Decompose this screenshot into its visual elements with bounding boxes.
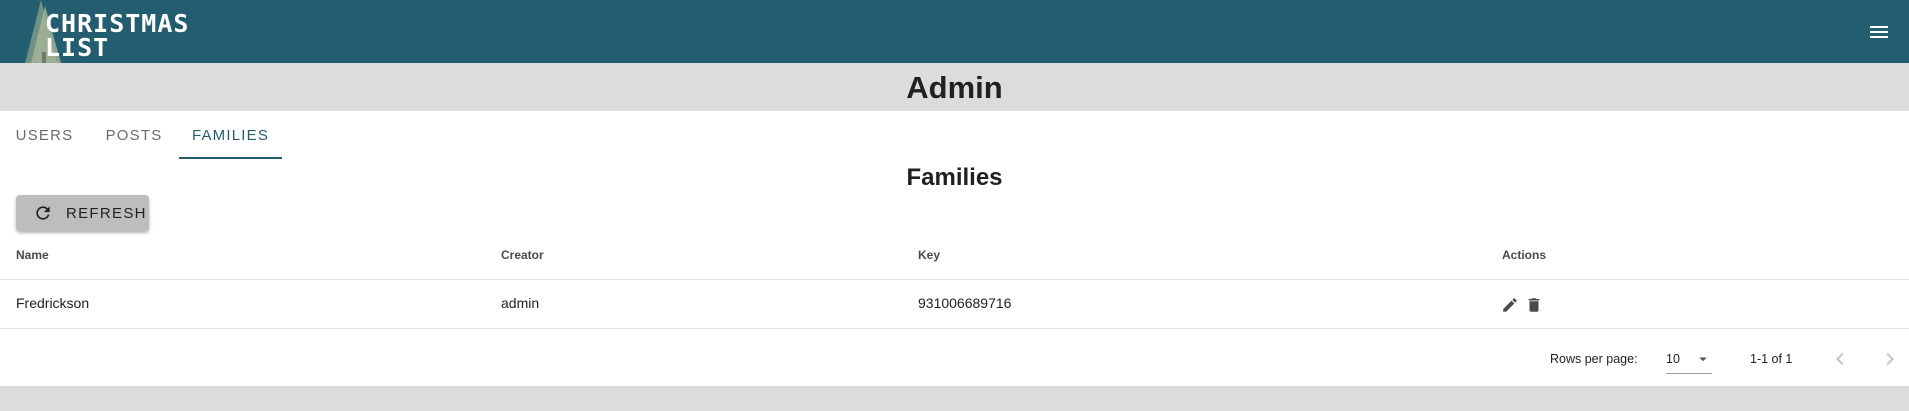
cell-creator: admin: [501, 295, 540, 311]
admin-tabs: USERS POSTS FAMILIES: [0, 111, 282, 159]
column-header-creator[interactable]: Creator: [501, 248, 544, 262]
cell-key: 931006689716: [918, 295, 1012, 311]
header-divider: [0, 279, 1909, 280]
chevron-down-icon: [1699, 357, 1707, 362]
column-header-key[interactable]: Key: [918, 248, 940, 262]
app-logo-text: CHRISTMAS LIST: [45, 11, 189, 62]
section-title: Families: [906, 164, 1003, 191]
rows-per-page-label: Rows per page:: [1550, 352, 1638, 366]
row-divider: [0, 328, 1909, 329]
admin-card: USERS POSTS FAMILIES Families REFRESH Na…: [0, 111, 1909, 386]
logo-line-2: LIST: [45, 33, 110, 62]
column-header-actions: Actions: [1502, 248, 1547, 262]
app-logo[interactable]: CHRISTMAS LIST: [25, 0, 215, 63]
refresh-icon: [36, 206, 50, 220]
delete-icon[interactable]: [1525, 296, 1543, 314]
app-bar: CHRISTMAS LIST: [0, 0, 1909, 63]
pagination-range: 1-1 of 1: [1750, 352, 1793, 366]
previous-page-icon[interactable]: [1828, 347, 1852, 371]
refresh-button-label: REFRESH: [66, 204, 147, 222]
cell-name: Fredrickson: [16, 295, 90, 311]
tab-families[interactable]: FAMILIES: [179, 111, 282, 159]
hamburger-menu-icon[interactable]: [1867, 20, 1891, 44]
next-page-icon[interactable]: [1878, 347, 1902, 371]
rows-per-page-value: 10: [1666, 352, 1680, 366]
tab-users[interactable]: USERS: [0, 111, 89, 159]
page-title: Admin: [906, 70, 1003, 105]
refresh-button[interactable]: REFRESH: [16, 195, 149, 231]
column-header-name[interactable]: Name: [16, 248, 49, 262]
edit-icon[interactable]: [1501, 296, 1519, 314]
tab-posts[interactable]: POSTS: [89, 111, 179, 159]
rows-per-page-select[interactable]: 10: [1666, 344, 1712, 374]
